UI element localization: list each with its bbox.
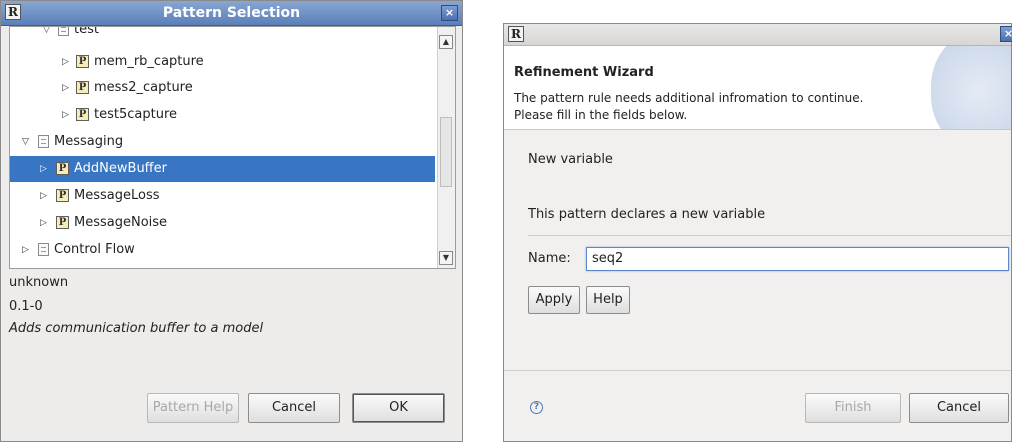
- collapsed-arrow-icon[interactable]: ▷: [62, 49, 72, 75]
- collapsed-arrow-icon[interactable]: ▷: [62, 102, 72, 128]
- tree-item-mem-rb-capture[interactable]: ▷ P mem_rb_capture: [10, 49, 435, 75]
- tree-item-mess2-capture[interactable]: ▷ P mess2_capture: [10, 75, 435, 101]
- collapsed-arrow-icon[interactable]: ▷: [40, 210, 50, 236]
- pattern-icon: P: [76, 108, 89, 121]
- tree-item-label: AddNewBuffer: [74, 161, 167, 176]
- pattern-icon: P: [76, 81, 89, 94]
- close-button[interactable]: ×: [1000, 26, 1012, 42]
- tree-item-label: Messaging: [54, 134, 124, 149]
- expand-arrow-icon[interactable]: ▽: [43, 27, 53, 43]
- help-icon[interactable]: ?: [530, 401, 543, 414]
- help-button[interactable]: Help: [586, 286, 630, 314]
- scroll-up-icon[interactable]: ▲: [439, 35, 453, 49]
- tree-item-label: mem_rb_capture: [94, 54, 204, 69]
- tree-item-label: MessageLoss: [74, 188, 160, 203]
- pattern-description: Adds communication buffer to a model: [9, 321, 264, 336]
- expand-arrow-icon[interactable]: ▽: [22, 129, 32, 155]
- collapsed-arrow-icon[interactable]: ▷: [40, 156, 50, 182]
- title-bar[interactable]: R ×: [504, 24, 1012, 46]
- section-description: This pattern declares a new variable: [528, 207, 766, 222]
- name-input[interactable]: seq2: [586, 247, 1009, 271]
- tree-item-messaging[interactable]: ▽ Messaging: [10, 129, 435, 155]
- tree-item-addnewbuffer[interactable]: ▷ P AddNewBuffer: [10, 156, 435, 182]
- pattern-icon: P: [56, 162, 69, 175]
- pattern-help-button[interactable]: Pattern Help: [147, 393, 239, 423]
- pattern-author: unknown: [9, 275, 69, 290]
- pattern-version: 0.1-0: [9, 299, 43, 314]
- scroll-down-icon[interactable]: ▼: [439, 251, 453, 265]
- wizard-header: Refinement Wizard The pattern rule needs…: [504, 46, 1011, 130]
- tree-item-control-flow[interactable]: ▷ Control Flow: [10, 237, 435, 263]
- pattern-icon: P: [56, 216, 69, 229]
- scroll-thumb[interactable]: [440, 117, 452, 187]
- tree-item-label: mess2_capture: [94, 80, 193, 95]
- wizard-banner-graphic: [931, 46, 1011, 129]
- tree-item-test[interactable]: ▽ test: [10, 26, 435, 43]
- tree-item-label: test5capture: [94, 107, 177, 122]
- tree-scrollbar[interactable]: ▲ ▼: [437, 27, 455, 268]
- section-title: New variable: [528, 152, 613, 167]
- tree-item-messagenoise[interactable]: ▷ P MessageNoise: [10, 210, 435, 236]
- tree-item-label: Control Flow: [54, 242, 135, 257]
- folder-icon: [58, 27, 69, 36]
- collapsed-arrow-icon[interactable]: ▷: [22, 237, 32, 263]
- apply-button[interactable]: Apply: [528, 286, 580, 314]
- pattern-icon: P: [56, 189, 69, 202]
- name-label: Name:: [528, 251, 571, 266]
- collapsed-arrow-icon[interactable]: ▷: [62, 75, 72, 101]
- wizard-message-line2: Please fill in the fields below.: [514, 108, 688, 122]
- tree-item-messageloss[interactable]: ▷ P MessageLoss: [10, 183, 435, 209]
- folder-icon: [38, 135, 49, 148]
- cancel-button[interactable]: Cancel: [248, 393, 340, 423]
- wizard-message-line1: The pattern rule needs additional infrom…: [514, 91, 864, 105]
- tree-item-label: MessageNoise: [74, 215, 168, 230]
- pattern-selection-dialog: R Pattern Selection × ▽ test ▷ P mem_rb_…: [0, 0, 463, 442]
- collapsed-arrow-icon[interactable]: ▷: [40, 183, 50, 209]
- finish-button[interactable]: Finish: [805, 393, 901, 423]
- separator: [528, 235, 1011, 236]
- tree-item-label: test: [74, 26, 99, 37]
- dialog-title: Pattern Selection: [162, 5, 301, 21]
- refinement-wizard-dialog: R × Refinement Wizard The pattern rule n…: [503, 23, 1012, 442]
- title-bar[interactable]: R Pattern Selection ×: [1, 1, 462, 26]
- pattern-icon: P: [76, 55, 89, 68]
- ok-button[interactable]: OK: [352, 393, 445, 423]
- pattern-tree[interactable]: ▽ test ▷ P mem_rb_capture ▷ P mess2_capt…: [9, 26, 456, 269]
- app-logo-icon: R: [508, 26, 524, 42]
- cancel-button[interactable]: Cancel: [909, 393, 1009, 423]
- folder-icon: [38, 243, 49, 256]
- footer-separator: [504, 370, 1011, 371]
- close-button[interactable]: ×: [441, 5, 458, 21]
- tree-item-test5capture[interactable]: ▷ P test5capture: [10, 102, 435, 128]
- wizard-title: Refinement Wizard: [514, 65, 654, 80]
